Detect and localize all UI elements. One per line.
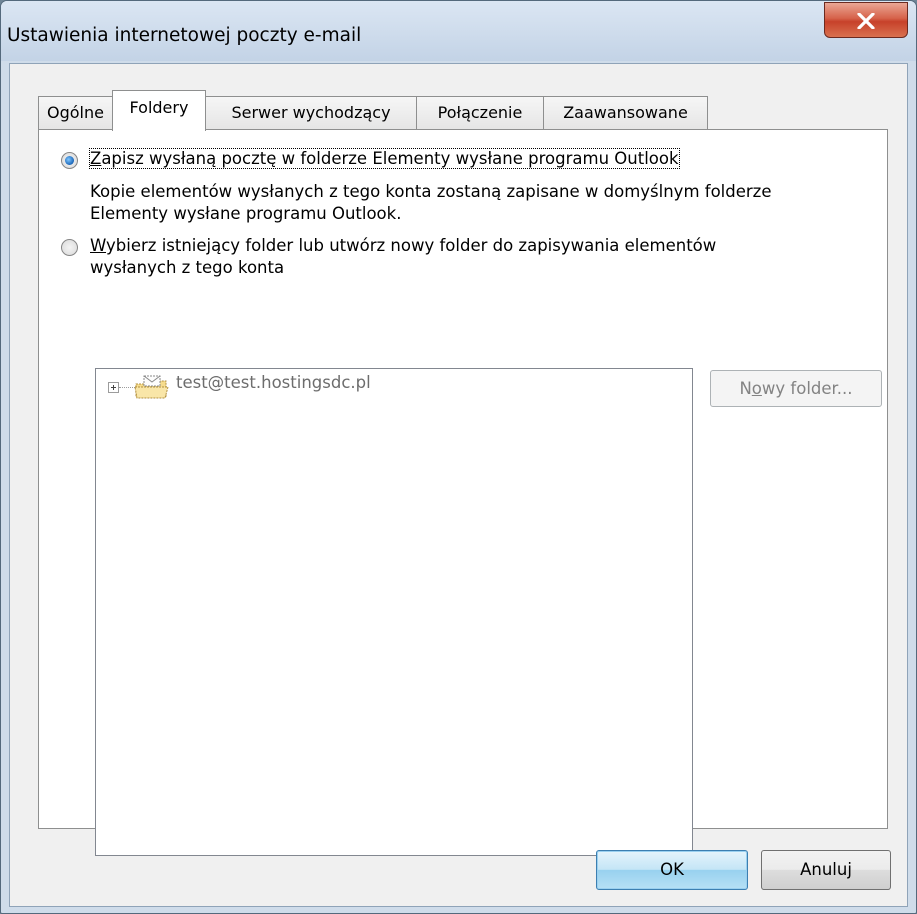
- choose-folder-accelerator: W: [90, 236, 107, 255]
- choose-folder-label[interactable]: Wybierz istniejący folder lub utwórz now…: [90, 236, 716, 255]
- tab-serwer-wychodzacy[interactable]: Serwer wychodzący: [205, 96, 417, 130]
- tab-ogolne[interactable]: Ogólne: [38, 96, 113, 130]
- window-title: Ustawienia internetowej poczty e-mail: [7, 25, 362, 46]
- mailbox-folder-icon: [134, 375, 169, 399]
- new-folder-label-prefix: N: [739, 379, 752, 398]
- save-default-label-text: apisz wysłaną pocztę w folderze Elementy…: [101, 149, 679, 168]
- new-folder-accelerator: o: [751, 379, 762, 398]
- save-default-description-line1: Kopie elementów wysłanych z tego konta z…: [90, 182, 772, 201]
- tab-polaczenie[interactable]: Połączenie: [416, 96, 544, 130]
- title-bar[interactable]: Ustawienia internetowej poczty e-mail: [1, 1, 916, 61]
- tab-foldery[interactable]: Foldery: [112, 90, 206, 131]
- new-folder-label-rest: wy folder...: [761, 379, 853, 398]
- tab-panel-foldery: Zapisz wysłaną pocztę w folderze Element…: [38, 129, 888, 856]
- save-default-radio[interactable]: [61, 152, 78, 169]
- ok-button[interactable]: OK: [596, 850, 748, 890]
- save-default-description-line2: Elementy wysłane programu Outlook.: [90, 204, 402, 223]
- choose-folder-radio[interactable]: [61, 239, 78, 256]
- new-folder-button[interactable]: Nowy folder...: [710, 370, 882, 407]
- cancel-button[interactable]: Anuluj: [761, 850, 891, 890]
- expand-plus-icon[interactable]: [108, 382, 119, 393]
- radio-selected-dot: [65, 156, 74, 165]
- dialog-body: Ogólne Foldery Serwer wychodzący Połącze…: [9, 63, 908, 907]
- save-default-label[interactable]: Zapisz wysłaną pocztę w folderze Element…: [89, 148, 680, 169]
- choose-folder-label-text: ybierz istniejący folder lub utwórz nowy…: [106, 236, 717, 255]
- folder-tree[interactable]: test@test.hostingsdc.pl: [95, 368, 693, 856]
- close-icon: [857, 13, 875, 29]
- close-button[interactable]: [824, 2, 908, 38]
- choose-folder-label-line2: wysłanych z tego konta: [90, 258, 285, 277]
- tree-node-label[interactable]: test@test.hostingsdc.pl: [176, 373, 371, 392]
- dialog-window: Ustawienia internetowej poczty e-mail Og…: [0, 0, 917, 914]
- tab-zaawansowane[interactable]: Zaawansowane: [543, 96, 708, 130]
- save-default-accelerator: Z: [90, 149, 102, 168]
